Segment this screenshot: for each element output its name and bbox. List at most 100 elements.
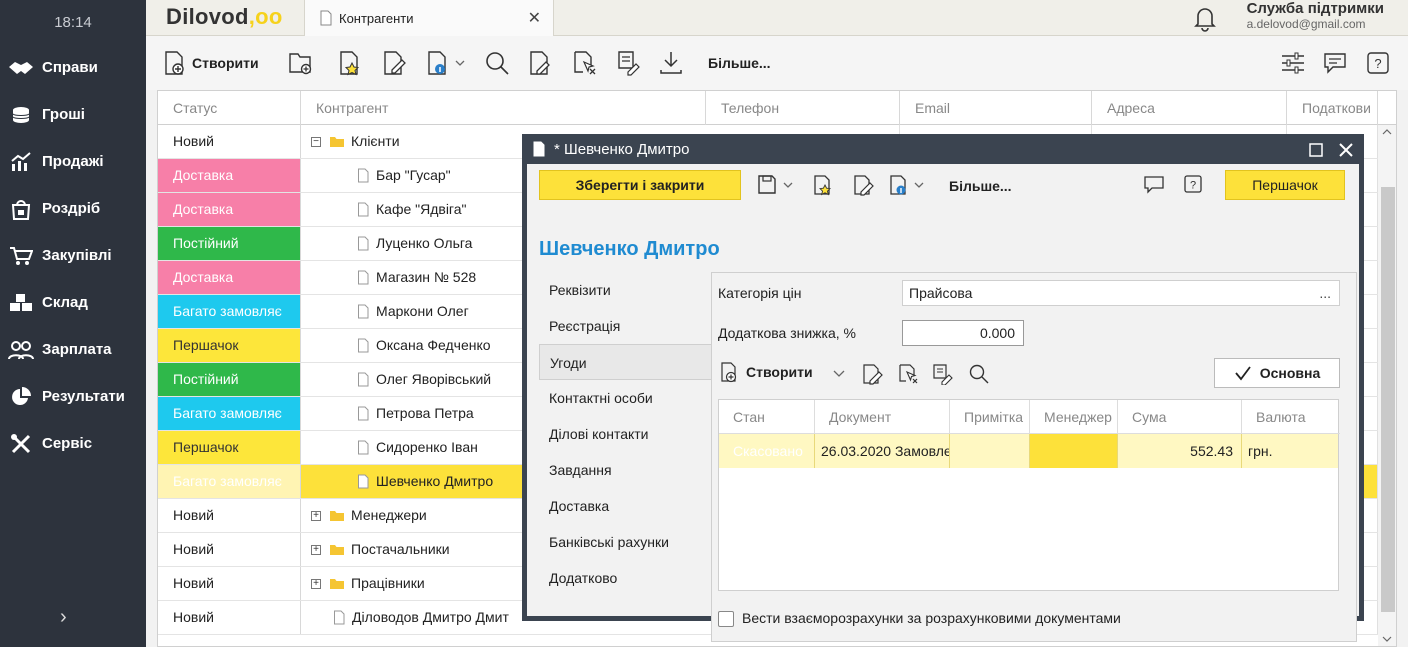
dialog-menu-item[interactable]: Ділові контакти xyxy=(539,416,711,452)
list-edit-icon[interactable] xyxy=(932,363,954,385)
dialog-more-button[interactable]: Більше... xyxy=(949,178,1012,194)
sidebar-item-3[interactable]: Роздріб xyxy=(0,185,146,232)
main-deal-button[interactable]: Основна xyxy=(1214,358,1340,388)
status-cell[interactable]: Першачок xyxy=(158,329,301,362)
help-button[interactable]: ? xyxy=(1366,46,1390,80)
status-cell[interactable]: Багато замовляє xyxy=(158,465,301,498)
column-header[interactable]: Адреса xyxy=(1092,91,1287,125)
scrollbar-thumb[interactable] xyxy=(1381,187,1395,612)
favorite-button[interactable] xyxy=(338,46,364,80)
expand-icon[interactable]: + xyxy=(311,510,321,521)
support[interactable]: Служба підтримки a.delovod@gmail.com xyxy=(1247,0,1384,31)
column-header[interactable]: Телефон xyxy=(706,91,900,125)
edit-selection-button[interactable] xyxy=(528,46,554,80)
status-cell[interactable]: Доставка xyxy=(158,193,301,226)
maximize-icon[interactable] xyxy=(1308,142,1324,158)
tab-contractors[interactable]: Контрагенти ✕ xyxy=(304,0,554,36)
comments-button[interactable] xyxy=(1322,46,1348,80)
dialog-menu-item[interactable]: Банківські рахунки xyxy=(539,524,711,560)
column-header[interactable]: Статус xyxy=(158,91,301,125)
status-cell[interactable]: Новий xyxy=(158,567,301,600)
sidebar-item-7[interactable]: Результати xyxy=(0,373,146,420)
collapse-icon[interactable]: − xyxy=(311,136,321,147)
edit-button[interactable] xyxy=(382,46,408,80)
dialog-menu-item[interactable]: Реєстрація xyxy=(539,308,711,344)
status-cell[interactable]: Новий xyxy=(158,499,301,532)
sidebar-item-5[interactable]: Склад xyxy=(0,279,146,326)
save-icon[interactable] xyxy=(757,174,797,196)
edit-doc-icon[interactable] xyxy=(853,174,875,196)
column-header[interactable]: Сума xyxy=(1118,400,1242,434)
sidebar-item-6[interactable]: Зарплата xyxy=(0,326,146,373)
more-dots-icon[interactable]: ... xyxy=(1319,281,1331,305)
column-header[interactable]: Документ xyxy=(815,400,950,434)
status-cell[interactable]: Новий xyxy=(158,533,301,566)
deal-note-cell[interactable] xyxy=(950,434,1030,468)
more-button[interactable]: Більше... xyxy=(702,46,771,80)
search-button[interactable] xyxy=(484,46,510,80)
status-cell[interactable]: Постійний xyxy=(158,227,301,260)
settlements-checkbox[interactable] xyxy=(718,611,734,627)
status-cell[interactable]: Новий xyxy=(158,125,301,158)
sidebar-item-2[interactable]: Продажі xyxy=(0,138,146,185)
sidebar-item-0[interactable]: Справи xyxy=(0,44,146,91)
sidebar-expand-button[interactable]: › xyxy=(60,606,67,629)
star-doc-icon[interactable] xyxy=(813,174,835,196)
status-cell[interactable]: Багато замовляє xyxy=(158,295,301,328)
discount-input[interactable]: 0.000 xyxy=(902,320,1024,346)
expand-icon[interactable]: + xyxy=(311,578,321,589)
bell-icon[interactable] xyxy=(1192,4,1218,32)
status-cell[interactable]: Новий xyxy=(158,601,301,634)
dialog-menu-item[interactable]: Контактні особи xyxy=(539,380,711,416)
status-cell[interactable]: Доставка xyxy=(158,159,301,192)
column-header[interactable]: Примітка xyxy=(950,400,1030,434)
help-icon[interactable]: ? xyxy=(1183,174,1203,194)
close-icon[interactable]: ✕ xyxy=(528,8,541,28)
expand-icon[interactable]: + xyxy=(311,544,321,555)
column-header[interactable]: Податкови xyxy=(1287,91,1378,125)
column-header[interactable]: Валюта xyxy=(1242,400,1340,434)
status-cell[interactable]: Постійний xyxy=(158,363,301,396)
column-header[interactable]: Email xyxy=(900,91,1092,125)
comment-icon[interactable] xyxy=(1143,174,1165,196)
vertical-scrollbar[interactable] xyxy=(1378,125,1396,646)
close-icon[interactable] xyxy=(1338,142,1354,158)
chevron-down-icon[interactable] xyxy=(832,369,846,379)
bulk-edit-button[interactable] xyxy=(616,46,642,80)
info-doc-icon[interactable] xyxy=(889,174,929,196)
download-button[interactable] xyxy=(658,46,684,80)
deal-state-cell[interactable]: Скасовано xyxy=(719,434,815,468)
save-close-button[interactable]: Зберегти і закрити xyxy=(539,170,741,200)
dialog-menu-item[interactable]: Додатково xyxy=(539,560,711,596)
deal-sum-cell[interactable]: 552.43 xyxy=(1118,434,1242,468)
deals-create-button[interactable]: Створити xyxy=(720,361,813,383)
settings-button[interactable] xyxy=(1280,46,1306,80)
scroll-up-icon[interactable] xyxy=(1378,125,1396,139)
dialog-menu-item[interactable]: Доставка xyxy=(539,488,711,524)
edit-doc-icon[interactable] xyxy=(862,363,884,385)
dialog-menu-item[interactable]: Завдання xyxy=(539,452,711,488)
dialog-menu-item[interactable]: Угоди xyxy=(539,344,711,380)
column-header[interactable]: Стан xyxy=(719,400,815,434)
price-category-field[interactable]: Прайсова ... xyxy=(902,280,1340,306)
column-header[interactable]: Менеджер xyxy=(1030,400,1118,434)
deal-manager-cell[interactable] xyxy=(1030,434,1118,468)
create-button[interactable]: Створити xyxy=(164,46,259,80)
deal-currency-cell[interactable]: грн. xyxy=(1242,434,1338,468)
status-button[interactable]: Першачок xyxy=(1225,170,1345,200)
status-cell[interactable]: Багато замовляє xyxy=(158,397,301,430)
column-header[interactable]: Контрагент xyxy=(301,91,706,125)
create-folder-button[interactable] xyxy=(288,46,314,80)
cursor-x-icon[interactable] xyxy=(898,363,920,385)
status-cell[interactable]: Першачок xyxy=(158,431,301,464)
mark-delete-button[interactable] xyxy=(572,46,598,80)
deal-document-cell[interactable]: 26.03.2020 Замовле xyxy=(815,434,950,468)
status-cell[interactable]: Доставка xyxy=(158,261,301,294)
scroll-down-icon[interactable] xyxy=(1378,632,1396,646)
dialog-menu-item[interactable]: Реквізити xyxy=(539,272,711,308)
sidebar-item-4[interactable]: Закупівлі xyxy=(0,232,146,279)
info-button[interactable] xyxy=(426,46,466,80)
sidebar-item-1[interactable]: Гроші xyxy=(0,91,146,138)
search-icon[interactable] xyxy=(968,363,990,385)
sidebar-item-8[interactable]: Сервіс xyxy=(0,420,146,467)
